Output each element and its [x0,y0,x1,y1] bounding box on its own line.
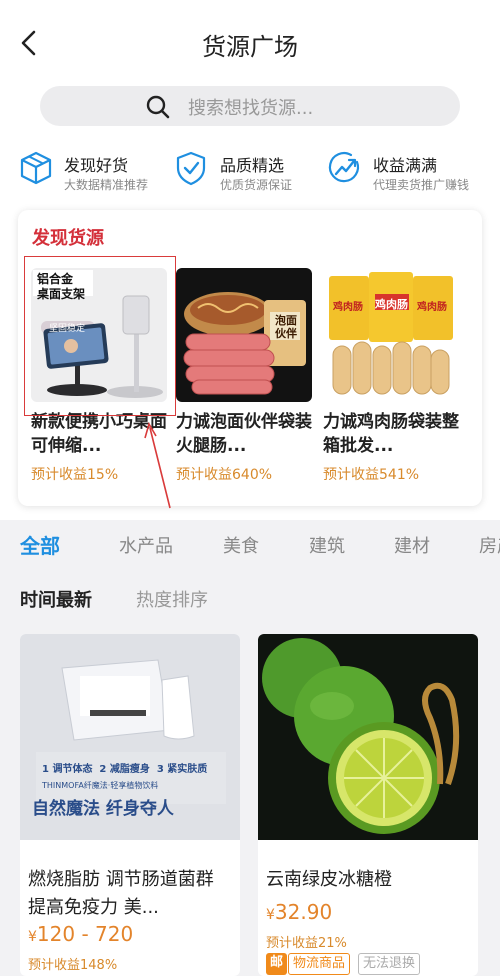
feature-title: 收益满满 [373,156,438,175]
mail-tag: 邮 [266,953,288,975]
earn-label: 预计收益21% [266,936,347,951]
header-area: 货源广场 搜索想找货源... 发现好货 大数据精准推荐 品质精选 优质货源保证 [0,0,500,520]
feature-subtitle: 优质货源保证 [220,178,293,192]
category-tabs: 全部 水产品 美食 建筑 建材 房产 [0,522,500,572]
tab-food[interactable]: 美食 [223,532,259,558]
price: ¥120 - 720 [28,922,133,946]
sort-latest[interactable]: 时间最新 [20,586,92,612]
image-caption: 3 紧实肤质 [156,764,208,775]
tab-construction[interactable]: 建筑 [309,532,345,558]
earn-label: 预计收益148% [28,958,118,973]
discover-title: 发现货源 [32,228,104,249]
product-card[interactable]: 1 调节体态 2 减脂瘦身 3 紧实肤质 THINMOFA纤魔法·轻享植物饮料 … [20,634,240,976]
price: ¥32.90 [266,900,332,924]
search-icon [146,95,170,119]
no-return-tag: 无法退换 [358,953,421,975]
feature-subtitle: 代理卖货推广赚钱 [373,178,470,192]
image-caption: 鸡肉肠 [333,302,363,313]
search-placeholder: 搜索想找货源... [188,98,314,119]
earn-label: 预计收益541% [323,467,420,483]
shield-check-icon [176,151,206,186]
image-caption: 泡面伙伴 [275,314,297,340]
product-name: 云南绿皮冰糖橙 [266,869,392,890]
product-name: 燃烧脂肪 调节肠道菌群 提高免疫力 美... [28,869,214,918]
tab-seafood[interactable]: 水产品 [119,532,173,558]
currency-symbol: ¥ [28,929,37,945]
tab-all[interactable]: 全部 [20,530,60,559]
cube-icon [20,151,52,185]
currency-symbol: ¥ [266,907,275,923]
product-name: 力诚鸡肉肠袋装整箱批发... [323,412,459,456]
price-value: 120 - 720 [36,922,134,946]
annotation-arrow-icon [144,421,171,509]
price-value: 32.90 [274,900,333,924]
feature-title: 品质精选 [220,156,285,175]
image-caption: THINMOFA纤魔法·轻享植物饮料 [42,781,159,790]
sort-popular[interactable]: 热度排序 [136,586,208,612]
product-card[interactable]: 云南绿皮冰糖橙 ¥32.90 预计收益21% 邮 物流商品 无法退换 [258,634,478,976]
tab-materials[interactable]: 建材 [394,532,430,558]
product-image: 1 调节体态 2 减脂瘦身 3 紧实肤质 THINMOFA纤魔法·轻享植物饮料 … [20,634,240,840]
logistics-tag: 物流商品 [288,953,351,975]
earn-label: 预计收益15% [31,467,119,483]
highlight-box [24,256,176,416]
feature-title: 发现好货 [64,156,129,175]
earn-label: 预计收益640% [176,467,273,483]
product-name: 力诚泡面伙伴袋装火腿肠... [176,412,312,456]
feature-subtitle: 大数据精准推荐 [64,178,149,192]
image-caption: 自然魔法 纤身夺人 [32,799,174,819]
image-caption: 1 调节体态 [42,764,93,775]
tab-realestate[interactable]: 房产 [479,532,500,558]
trend-up-icon [328,152,360,183]
product-image: 泡面伙伴 [176,268,312,402]
image-caption: 2 减脂瘦身 [99,764,150,775]
product-image [258,634,478,840]
search-bar[interactable]: 搜索想找货源... [40,86,460,126]
sort-options: 时间最新 热度排序 [0,578,500,618]
image-caption: 鸡肉肠 [417,302,447,313]
page-title: 货源广场 [202,33,298,61]
image-caption: 鸡肉肠 [375,298,408,311]
product-image: 鸡肉肠 鸡肉肠 鸡肉肠 [323,268,459,402]
